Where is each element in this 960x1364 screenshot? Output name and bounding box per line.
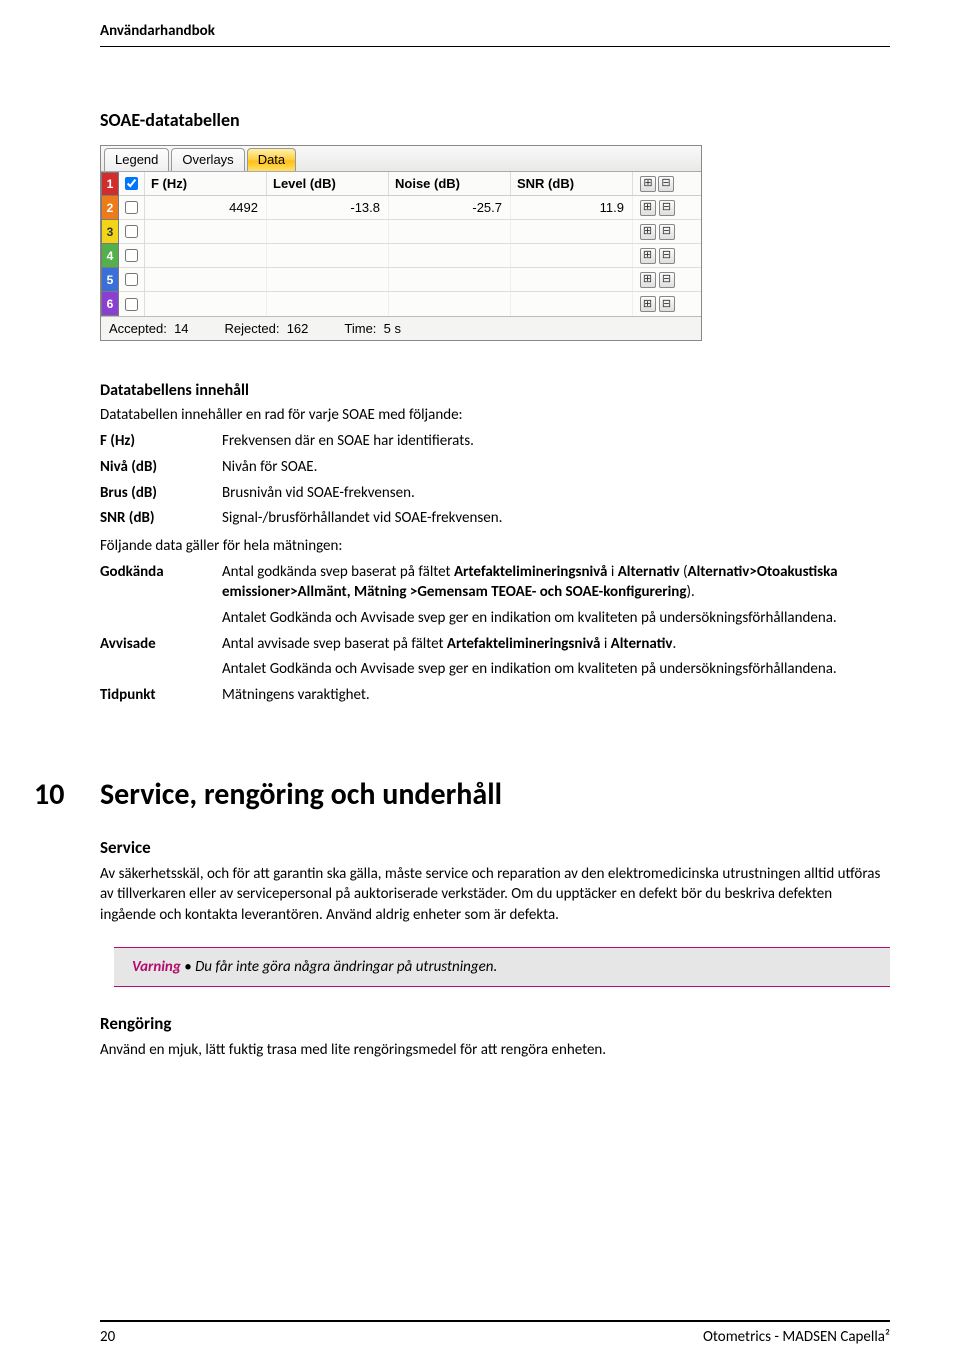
- expand-button[interactable]: ⊞: [640, 272, 656, 288]
- row-5-checkbox[interactable]: [125, 273, 138, 286]
- def-value-tidpunkt: Mätningens varaktighet.: [222, 686, 890, 706]
- col-header-snr: SNR (dB): [511, 172, 633, 195]
- chapter-title: Service, rengöring och underhåll: [100, 776, 502, 813]
- collapse-button[interactable]: ⊟: [659, 272, 675, 288]
- col-header-fhz: F (Hz): [145, 172, 267, 195]
- subsection-intro: Datatabellen innehåller en rad för varje…: [100, 406, 890, 424]
- row-num-4: 4: [101, 244, 119, 268]
- widget-footer: Accepted: 14 Rejected: 162 Time: 5 s: [101, 316, 701, 340]
- definitions-block-2: Godkända Antal godkända svep baserat på …: [100, 563, 890, 706]
- rejected-value: 162: [287, 321, 309, 336]
- table-row: 4492 -13.8 -25.7 11.9 ⊞ ⊟: [119, 196, 701, 220]
- definitions-block-1: F (Hz)Frekvensen där en SOAE har identif…: [100, 432, 890, 529]
- def-label: Brus (dB): [100, 484, 222, 504]
- soa-data-widget: Legend Overlays Data 1 2 3 4 5 6 F (Hz) …: [100, 145, 702, 341]
- row-num-2: 2: [101, 196, 119, 220]
- collapse-button[interactable]: ⊟: [658, 176, 674, 192]
- def-value: Brusnivån vid SOAE-frekvensen.: [222, 484, 890, 504]
- page-number: 20: [100, 1328, 115, 1346]
- def-value: Frekvensen där en SOAE har identifierats…: [222, 432, 890, 452]
- def-label-godkanda: Godkända: [100, 563, 222, 628]
- row-4-checkbox[interactable]: [125, 249, 138, 262]
- row-num-1: 1: [101, 172, 119, 196]
- cell-fhz: 4492: [145, 196, 267, 219]
- tab-overlays[interactable]: Overlays: [171, 148, 244, 171]
- tab-data[interactable]: Data: [247, 148, 296, 171]
- row-6-checkbox[interactable]: [125, 298, 138, 311]
- collapse-button[interactable]: ⊟: [659, 296, 675, 312]
- product-name: Otometrics - MADSEN Capella²: [703, 1328, 890, 1346]
- accepted-label: Accepted:: [109, 321, 167, 336]
- def-value: Signal-/brusförhållandet vid SOAE-frekve…: [222, 509, 890, 529]
- table-header-row: F (Hz) Level (dB) Noise (dB) SNR (dB) ⊞ …: [119, 172, 701, 196]
- expand-button[interactable]: ⊞: [640, 200, 656, 216]
- warning-label: Varning: [132, 958, 181, 976]
- def-label: Nivå (dB): [100, 458, 222, 478]
- def-label-avvisade: Avvisade: [100, 635, 222, 681]
- collapse-button[interactable]: ⊟: [659, 248, 675, 264]
- widget-tabs: Legend Overlays Data: [101, 146, 701, 172]
- cleaning-paragraph: Använd en mjuk, lätt fuktig trasa med li…: [100, 1040, 890, 1060]
- col-header-noise: Noise (dB): [389, 172, 511, 195]
- def-label-tidpunkt: Tidpunkt: [100, 686, 222, 706]
- col-header-level: Level (dB): [267, 172, 389, 195]
- service-paragraph: Av säkerhetsskäl, och för att garantin s…: [100, 864, 890, 925]
- expand-button[interactable]: ⊞: [640, 176, 656, 192]
- table-row: ⊞⊟: [119, 268, 701, 292]
- cleaning-heading: Rengöring: [100, 1013, 890, 1034]
- table-row: ⊞⊟: [119, 244, 701, 268]
- subsection-title: Datatabellens innehåll: [100, 381, 890, 400]
- cell-noise: -25.7: [389, 196, 511, 219]
- expand-button[interactable]: ⊞: [640, 248, 656, 264]
- def-label: SNR (dB): [100, 509, 222, 529]
- expand-button[interactable]: ⊞: [640, 296, 656, 312]
- accepted-value: 14: [174, 321, 188, 336]
- row-num-6: 6: [101, 292, 119, 316]
- collapse-button[interactable]: ⊟: [659, 200, 675, 216]
- collapse-button[interactable]: ⊟: [659, 224, 675, 240]
- chapter-number: 10: [34, 776, 100, 813]
- time-value: 5 s: [384, 321, 401, 336]
- row-num-3: 3: [101, 220, 119, 244]
- service-heading: Service: [100, 837, 890, 858]
- page-header-title: Användarhandbok: [100, 22, 890, 40]
- header-rule: [100, 46, 890, 47]
- warning-box: Varning • Du får inte göra några ändring…: [114, 947, 890, 987]
- time-label: Time:: [344, 321, 376, 336]
- def-label: F (Hz): [100, 432, 222, 452]
- cell-snr: 11.9: [511, 196, 633, 219]
- table-row: ⊞⊟: [119, 220, 701, 244]
- section-title: SOAE-datatabellen: [100, 109, 890, 131]
- expand-button[interactable]: ⊞: [640, 224, 656, 240]
- table-row: ⊞⊟: [119, 292, 701, 316]
- warning-text: Du får inte göra några ändringar på utru…: [195, 958, 497, 976]
- def-value: Nivån för SOAE.: [222, 458, 890, 478]
- mid-line: Följande data gäller för hela mätningen:: [100, 537, 890, 555]
- row-3-checkbox[interactable]: [125, 225, 138, 238]
- row-num-5: 5: [101, 268, 119, 292]
- row-number-strip: 1 2 3 4 5 6: [101, 172, 119, 316]
- cell-level: -13.8: [267, 196, 389, 219]
- footer-rule: [100, 1320, 890, 1322]
- row-2-checkbox[interactable]: [125, 201, 138, 214]
- row-1-checkbox[interactable]: [125, 177, 138, 190]
- def-value-godkanda: Antal godkända svep baserat på fältet Ar…: [222, 563, 890, 628]
- def-value-avvisade: Antal avvisade svep baserat på fältet Ar…: [222, 635, 890, 681]
- rejected-label: Rejected:: [225, 321, 280, 336]
- tab-legend[interactable]: Legend: [104, 148, 169, 171]
